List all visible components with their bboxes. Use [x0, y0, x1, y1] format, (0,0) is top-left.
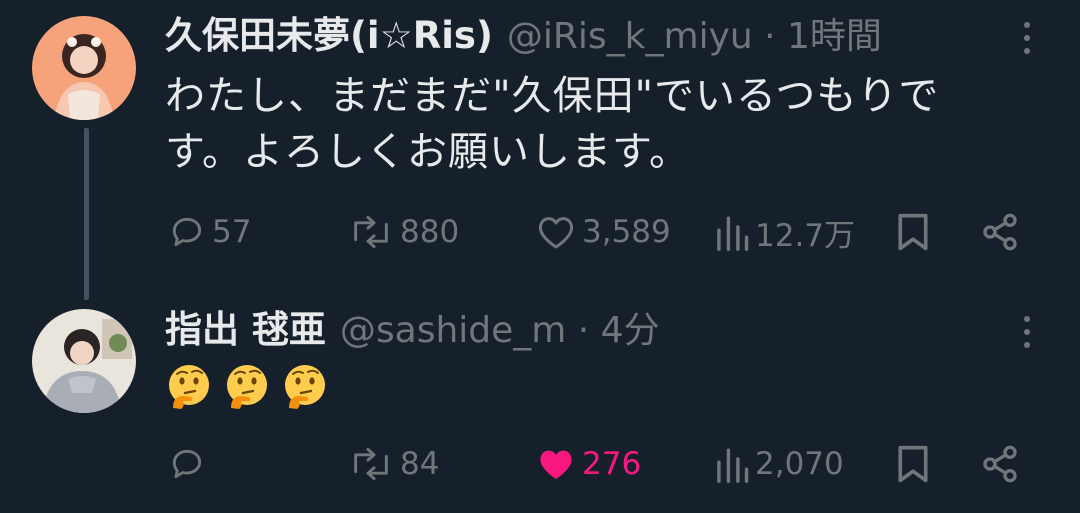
heart-icon — [536, 213, 576, 251]
bar-chart-icon — [713, 213, 749, 251]
tweet-2[interactable]: 指出 毬亜 @sashide_m · 4分 84 276 2,070 — [0, 300, 1080, 513]
bookmark-icon — [896, 212, 930, 252]
thinking-face-icon — [223, 362, 271, 410]
views-button[interactable]: 2,070 — [713, 441, 844, 487]
retweet-icon — [348, 445, 394, 483]
display-name[interactable]: 指出 毬亜 — [165, 308, 326, 352]
like-count: 276 — [582, 446, 642, 482]
reply-count: 57 — [212, 214, 252, 250]
view-count: 12.7万 — [755, 217, 856, 254]
bookmark-button[interactable] — [896, 209, 930, 255]
avatar-sashide[interactable] — [32, 309, 136, 413]
handle-and-time[interactable]: @iRis_k_miyu · 1時間 — [507, 15, 882, 59]
view-count: 2,070 — [755, 446, 844, 482]
tweet-1[interactable]: 久保田未夢(i☆Ris) @iRis_k_miyu · 1時間 わたし、まだまだ… — [0, 0, 1080, 300]
reply-button[interactable]: 57 — [168, 209, 251, 255]
tweet-actions: 57 880 3,589 12.7万 — [168, 209, 1028, 255]
views-button[interactable]: 12.7万 — [713, 209, 855, 255]
like-count: 3,589 — [582, 214, 671, 250]
heart-filled-icon — [536, 445, 576, 483]
more-options-icon[interactable] — [1022, 22, 1032, 54]
tweet-text: わたし、まだまだ"久保田"でいるつもりです。よろしくお願いします。 — [165, 73, 940, 175]
tweet-text — [165, 356, 995, 412]
retweet-button[interactable]: 880 — [348, 209, 459, 255]
thread-connector-line — [84, 128, 89, 300]
thinking-face-icon — [281, 362, 329, 410]
avatar-kubota[interactable] — [32, 16, 136, 120]
reply-button[interactable] — [168, 441, 212, 487]
bar-chart-icon — [713, 445, 749, 483]
retweet-button[interactable]: 84 — [348, 441, 439, 487]
retweet-count: 880 — [400, 214, 460, 250]
tweet-header: 指出 毬亜 @sashide_m · 4分 — [165, 308, 660, 353]
bookmark-button[interactable] — [896, 441, 930, 487]
display-name[interactable]: 久保田未夢(i☆Ris) — [165, 14, 493, 58]
more-options-icon[interactable] — [1022, 316, 1032, 348]
like-button[interactable]: 276 — [536, 441, 641, 487]
tweet-actions: 84 276 2,070 — [168, 441, 1028, 487]
reply-icon — [168, 445, 206, 483]
share-button[interactable] — [980, 441, 1020, 487]
like-button[interactable]: 3,589 — [536, 209, 671, 255]
share-button[interactable] — [980, 209, 1020, 255]
tweet-header: 久保田未夢(i☆Ris) @iRis_k_miyu · 1時間 — [165, 14, 882, 59]
retweet-count: 84 — [400, 446, 440, 482]
retweet-icon — [348, 213, 394, 251]
reply-icon — [168, 213, 206, 251]
bookmark-icon — [896, 444, 930, 484]
handle-and-time[interactable]: @sashide_m · 4分 — [340, 309, 660, 353]
share-icon — [980, 444, 1020, 484]
share-icon — [980, 212, 1020, 252]
thinking-face-icon — [165, 362, 213, 410]
